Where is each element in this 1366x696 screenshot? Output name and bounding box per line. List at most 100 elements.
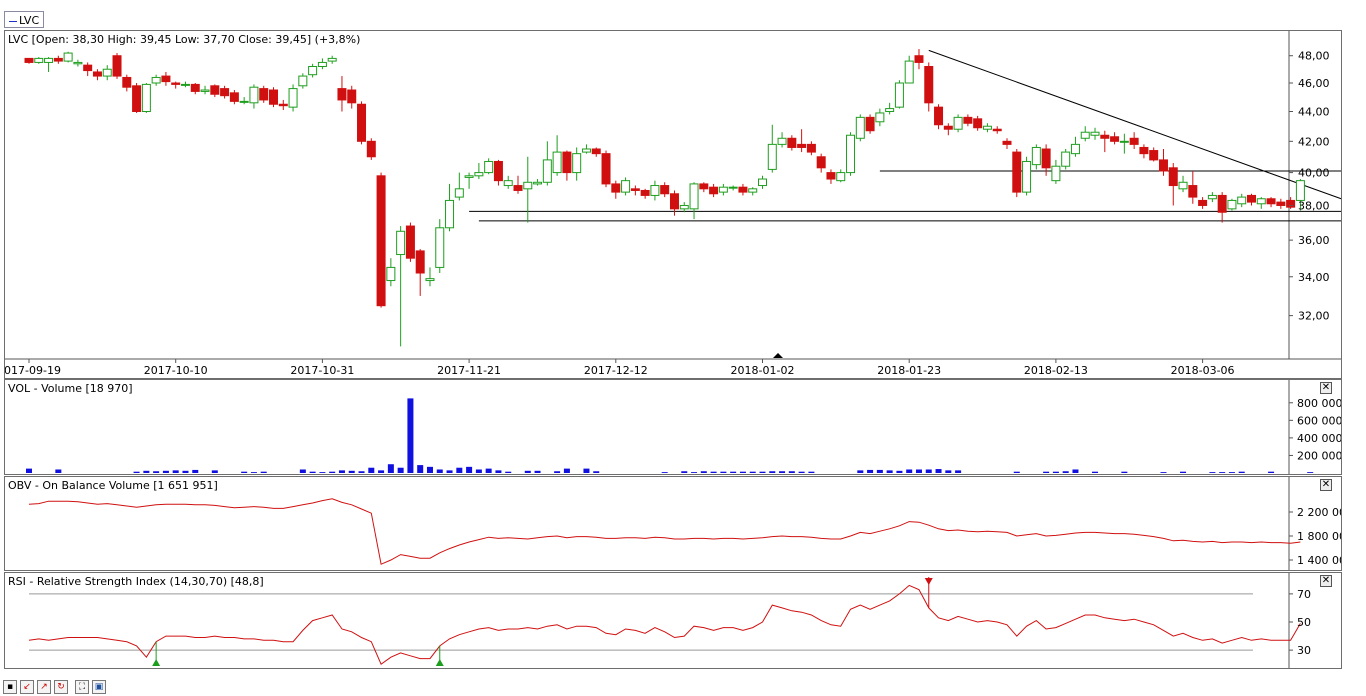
volume-bar xyxy=(466,466,473,473)
candle-body xyxy=(327,57,337,62)
candle xyxy=(797,129,807,153)
candle-body xyxy=(347,89,357,104)
candle xyxy=(132,83,142,113)
candle-body xyxy=(572,153,582,174)
candle xyxy=(562,150,572,181)
candle-body xyxy=(1022,160,1032,193)
candle-body xyxy=(855,116,865,139)
y-tick-label: 400 000 xyxy=(1297,432,1341,445)
candle xyxy=(249,84,259,109)
candle-body xyxy=(445,199,455,229)
volume-bar xyxy=(1219,472,1226,473)
candle xyxy=(728,185,738,191)
candle xyxy=(1227,198,1237,211)
buy-signal-icon xyxy=(152,659,161,666)
vol-panel-label: VOL - Volume [18 970] xyxy=(8,382,133,395)
volume-bar xyxy=(299,469,306,473)
candle-body xyxy=(934,106,944,126)
line-icon xyxy=(9,20,17,22)
candle-body xyxy=(357,103,367,142)
rsi-panel[interactable]: 30 50 70 RSI - Relative Strength Index (14… xyxy=(4,572,1342,669)
close-icon[interactable]: ✕ xyxy=(1320,382,1332,394)
candle-body xyxy=(112,55,122,77)
close-icon[interactable]: ✕ xyxy=(1320,575,1332,587)
volume-bar xyxy=(710,471,717,473)
fit-icon[interactable]: ⛶ xyxy=(75,680,89,694)
y-tick-label: 48,00 xyxy=(1298,50,1330,63)
zoom-reset-icon[interactable]: ↻ xyxy=(54,680,68,694)
save-icon[interactable]: ▪ xyxy=(3,680,17,694)
obv-panel-label: OBV - On Balance Volume [1 651 951] xyxy=(8,479,218,492)
volume-bar xyxy=(241,471,248,473)
candle xyxy=(347,85,357,109)
candle-body xyxy=(317,61,327,67)
y-tick-label: 70 xyxy=(1297,588,1311,601)
candle-body xyxy=(92,71,102,77)
volume-bar xyxy=(407,398,414,473)
volume-bar xyxy=(749,471,756,473)
volume-bar xyxy=(309,471,316,473)
candle-body xyxy=(415,250,425,274)
candle xyxy=(973,115,983,131)
volume-bar xyxy=(172,470,179,473)
candle-body xyxy=(846,134,856,174)
volume-bar xyxy=(26,468,32,473)
candle-body xyxy=(73,61,83,65)
candle-body xyxy=(1070,143,1080,155)
candle-body xyxy=(826,172,836,180)
volume-bar xyxy=(436,469,443,473)
candle-body xyxy=(1276,201,1286,206)
price-panel[interactable]: 32,00 34,00 36,00 38,00 40,00 42,00 44,00 46,00… xyxy=(4,30,1342,379)
volume-bar xyxy=(876,469,883,473)
candle xyxy=(1070,136,1080,157)
volume-bar xyxy=(319,472,326,473)
volume-bar xyxy=(1092,471,1099,473)
candle-body xyxy=(611,183,621,193)
scroll-marker-icon[interactable] xyxy=(773,353,783,358)
candle xyxy=(210,84,220,98)
volume-panel[interactable]: 200 000 400 000 600 000 800 000 VOL - Volum… xyxy=(4,379,1342,475)
candle xyxy=(1207,192,1217,203)
print-icon[interactable]: ▣ xyxy=(92,680,106,694)
candle-body xyxy=(83,64,93,72)
candle xyxy=(513,175,523,194)
symbol-tab[interactable]: LVC xyxy=(4,11,44,28)
candle xyxy=(445,183,455,232)
candle xyxy=(865,114,875,134)
candle xyxy=(1276,198,1286,209)
candle xyxy=(278,99,288,111)
price-chart[interactable]: 32,00 34,00 36,00 38,00 40,00 42,00 44,00 46,00… xyxy=(5,31,1341,378)
candle-body xyxy=(1080,131,1090,139)
close-icon[interactable]: ✕ xyxy=(1320,479,1332,491)
candle xyxy=(92,69,102,81)
candle xyxy=(1256,197,1266,209)
candle xyxy=(435,219,445,274)
zoom-in-icon[interactable]: ↙ xyxy=(20,680,34,694)
candle-body xyxy=(435,227,445,268)
candle-body xyxy=(493,160,503,182)
candle xyxy=(777,132,787,148)
candle-body xyxy=(141,83,151,112)
volume-bar xyxy=(593,471,600,473)
candle-body xyxy=(621,180,631,193)
candle-body xyxy=(1198,199,1208,206)
zoom-out-icon[interactable]: ↗ xyxy=(37,680,51,694)
volume-bar xyxy=(1307,472,1314,473)
candle xyxy=(1286,197,1296,209)
candle xyxy=(875,108,885,127)
candle-body xyxy=(180,83,190,86)
volume-bar xyxy=(192,469,199,473)
candle-body xyxy=(259,88,269,101)
candle-body xyxy=(718,186,728,193)
volume-bar xyxy=(1180,471,1187,473)
volume-bar xyxy=(730,471,737,473)
candle-body xyxy=(1139,146,1149,155)
obv-panel[interactable]: 1 400 000 1 800 000 2 200 000 OBV - On Bal… xyxy=(4,476,1342,571)
candle-body xyxy=(542,159,552,183)
x-tick-label: 2018-01-02 xyxy=(731,364,795,377)
volume-chart[interactable]: 200 000 400 000 600 000 800 000 xyxy=(5,380,1341,474)
candle-body xyxy=(1119,140,1129,143)
trendline[interactable] xyxy=(928,49,1341,212)
candle xyxy=(552,135,562,176)
y-tick-label: 36,00 xyxy=(1298,234,1330,247)
